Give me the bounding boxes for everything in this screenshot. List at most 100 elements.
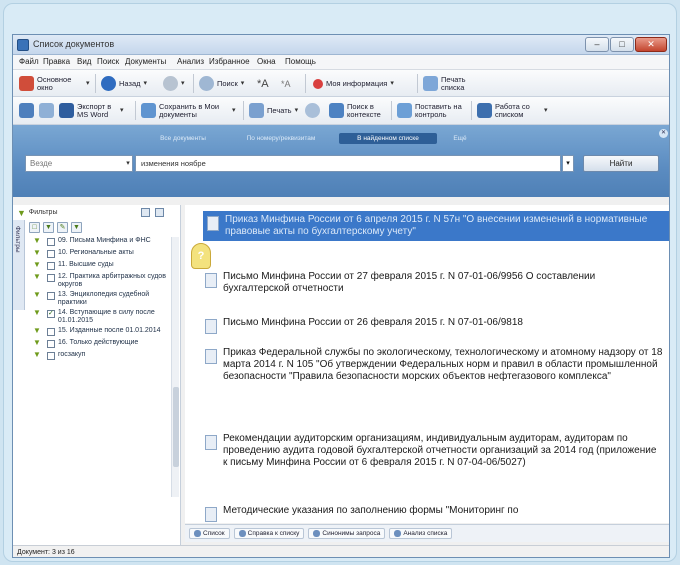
filter-item[interactable]: ▼ 10. Региональные акты	[33, 249, 171, 258]
tab-synonyms[interactable]: Синонимы запроса	[308, 528, 386, 539]
save-to-my-docs-button[interactable]: Сохранить в Мои документы ▾	[141, 100, 236, 121]
filter-item[interactable]: ▼ 13. Энциклопедия судебной практики	[33, 291, 171, 306]
document-icon	[205, 349, 217, 364]
maximize-button[interactable]: □	[610, 37, 634, 52]
print-button[interactable]: Печать ▾	[249, 100, 298, 121]
title-bar: Список документов – □ ✕	[13, 35, 669, 55]
filter-item[interactable]: ▼ 11. Высшие суды	[33, 261, 171, 270]
result-item[interactable]: Письмо Минфина России от 26 февраля 2015…	[205, 317, 663, 334]
menu-help[interactable]: Помощь	[285, 57, 316, 66]
filter-checkbox[interactable]	[46, 292, 55, 300]
tab-list[interactable]: Список	[189, 528, 230, 539]
put-on-control-button[interactable]: Поставить на контроль	[397, 100, 469, 121]
work-with-list-button[interactable]: Работа со списком ▾	[477, 100, 548, 121]
filter-item-label: госзакуп	[58, 351, 86, 358]
search-context-button[interactable]: Поиск в контексте	[329, 100, 391, 121]
menu-analysis[interactable]: Анализ	[177, 57, 204, 66]
toolbar-separator	[193, 74, 194, 93]
filter-checkbox[interactable]	[46, 274, 55, 282]
funnel-icon: ▼	[33, 272, 41, 281]
back-button[interactable]: Назад ▾	[101, 73, 147, 94]
filter-checkbox[interactable]	[47, 352, 55, 360]
result-item-selected[interactable]: Приказ Минфина России от 6 апреля 2015 г…	[203, 211, 669, 241]
side-tab-filters[interactable]: Фильтры	[13, 220, 25, 310]
filter-item[interactable]: ▼ госзакуп	[33, 351, 171, 360]
filter-item[interactable]: ▼ 09. Письма Минфина и ФНС	[33, 237, 171, 246]
font-larger-button[interactable]: *A	[257, 73, 269, 94]
panel-close-icon[interactable]: ✕	[659, 129, 668, 138]
edit-filter-icon[interactable]: ✎	[57, 222, 68, 233]
funnel-icon: ▼	[33, 290, 41, 299]
filter-scrollbar[interactable]	[171, 237, 179, 497]
filter-checkbox-checked[interactable]: ✓	[46, 310, 55, 318]
filter-checkbox[interactable]	[47, 238, 55, 246]
minimize-button[interactable]: –	[585, 37, 609, 52]
close-button[interactable]: ✕	[635, 37, 667, 52]
app-window: Список документов – □ ✕ Файл Правка Вид …	[12, 34, 670, 558]
filter-item[interactable]: ▼ 16. Только действующие	[33, 339, 171, 348]
info-icon	[238, 530, 246, 537]
result-item[interactable]: Приказ Федеральной службы по экологическ…	[205, 347, 663, 383]
result-item[interactable]: Письмо Минфина России от 27 февраля 2015…	[205, 271, 663, 295]
my-info-button[interactable]: Моя информация ▾	[313, 73, 394, 94]
chevron-down-icon: ▾	[232, 106, 236, 114]
control-icon	[397, 103, 412, 118]
save-button[interactable]	[19, 100, 34, 121]
tab-more[interactable]: Ещё	[443, 133, 477, 144]
pin-icon[interactable]	[141, 208, 150, 217]
filter-checkbox[interactable]	[47, 250, 55, 258]
main-toolbar: Основное окно ▾ Назад ▾ ▾ Поиск ▾ *A *A …	[13, 70, 669, 97]
menu-windows[interactable]: Окна	[257, 57, 276, 66]
search-input[interactable]	[135, 155, 561, 172]
chevron-down-icon[interactable]: ▾	[123, 155, 133, 172]
mail-button[interactable]	[39, 100, 54, 121]
menu-search[interactable]: Поиск	[97, 57, 119, 66]
export-word-button[interactable]: Экспорт в MS Word ▾	[59, 100, 124, 121]
forward-button[interactable]: ▾	[163, 73, 185, 94]
filter-checkbox[interactable]	[47, 340, 55, 348]
filter-item[interactable]: ▼ 15. Изданные после 01.01.2014	[33, 327, 171, 336]
tab-list-info[interactable]: Справка к списку	[233, 528, 305, 539]
menu-edit[interactable]: Правка	[43, 57, 70, 66]
new-filter-icon[interactable]: □	[29, 222, 40, 233]
search-scope-select[interactable]: Везде	[25, 155, 133, 172]
result-item[interactable]: Рекомендации аудиторским организациям, и…	[205, 433, 663, 469]
home-button[interactable]: Основное окно ▾	[19, 73, 90, 94]
tab-by-requisites[interactable]: По номеру/реквизитам	[231, 133, 331, 144]
add-filter-icon[interactable]: ▼	[43, 222, 54, 233]
tab-in-found-list[interactable]: В найденном списке	[339, 133, 437, 144]
font-larger-icon: *A	[257, 77, 269, 90]
print-lists-button[interactable]: Печать списка	[423, 73, 475, 94]
filter-checkbox[interactable]	[47, 262, 55, 270]
work-with-list-label: Работа со списком	[495, 101, 530, 119]
filter-checkbox[interactable]	[47, 328, 55, 336]
result-item[interactable]: Методические указания по заполнению форм…	[205, 505, 663, 522]
tab-list-label: Список	[203, 530, 225, 537]
tab-all-documents[interactable]: Все документы	[143, 133, 223, 144]
font-smaller-button[interactable]: *A	[281, 73, 291, 94]
tab-analysis[interactable]: Анализ списка	[389, 528, 453, 539]
funnel-icon: ▼	[33, 338, 41, 347]
history-dropdown-icon[interactable]: ▾	[562, 155, 574, 172]
result-title: Приказ Минфина России от 6 апреля 2015 г…	[225, 214, 648, 237]
apply-filter-icon[interactable]: ▼	[71, 222, 82, 233]
filter-item[interactable]: ▼ ✓ 14. Вступающие в силу после 01.01.20…	[33, 309, 171, 324]
filter-item[interactable]: ▼ 12. Практика арбитражных судов округов	[33, 273, 171, 288]
preview-button[interactable]	[305, 100, 320, 121]
document-icon	[205, 507, 217, 522]
find-button[interactable]: Найти	[583, 155, 659, 172]
chevron-down-icon: ▾	[120, 106, 124, 114]
filter-item-label: 11. Высшие суды	[58, 261, 114, 268]
help-icon[interactable]: ?	[191, 243, 211, 269]
menu-favorites[interactable]: Избранное	[209, 57, 250, 66]
print-label: Печать	[267, 105, 292, 115]
search-button[interactable]: Поиск ▾	[199, 73, 244, 94]
side-tab-label: Фильтры	[14, 226, 21, 253]
menu-view[interactable]: Вид	[77, 57, 91, 66]
chevron-down-icon: ▾	[240, 79, 245, 87]
close-panel-icon[interactable]	[155, 208, 164, 217]
menu-file[interactable]: Файл	[19, 57, 39, 66]
scrollbar-thumb[interactable]	[173, 387, 179, 467]
toolbar-separator	[391, 101, 392, 120]
menu-documents[interactable]: Документы	[125, 57, 166, 66]
